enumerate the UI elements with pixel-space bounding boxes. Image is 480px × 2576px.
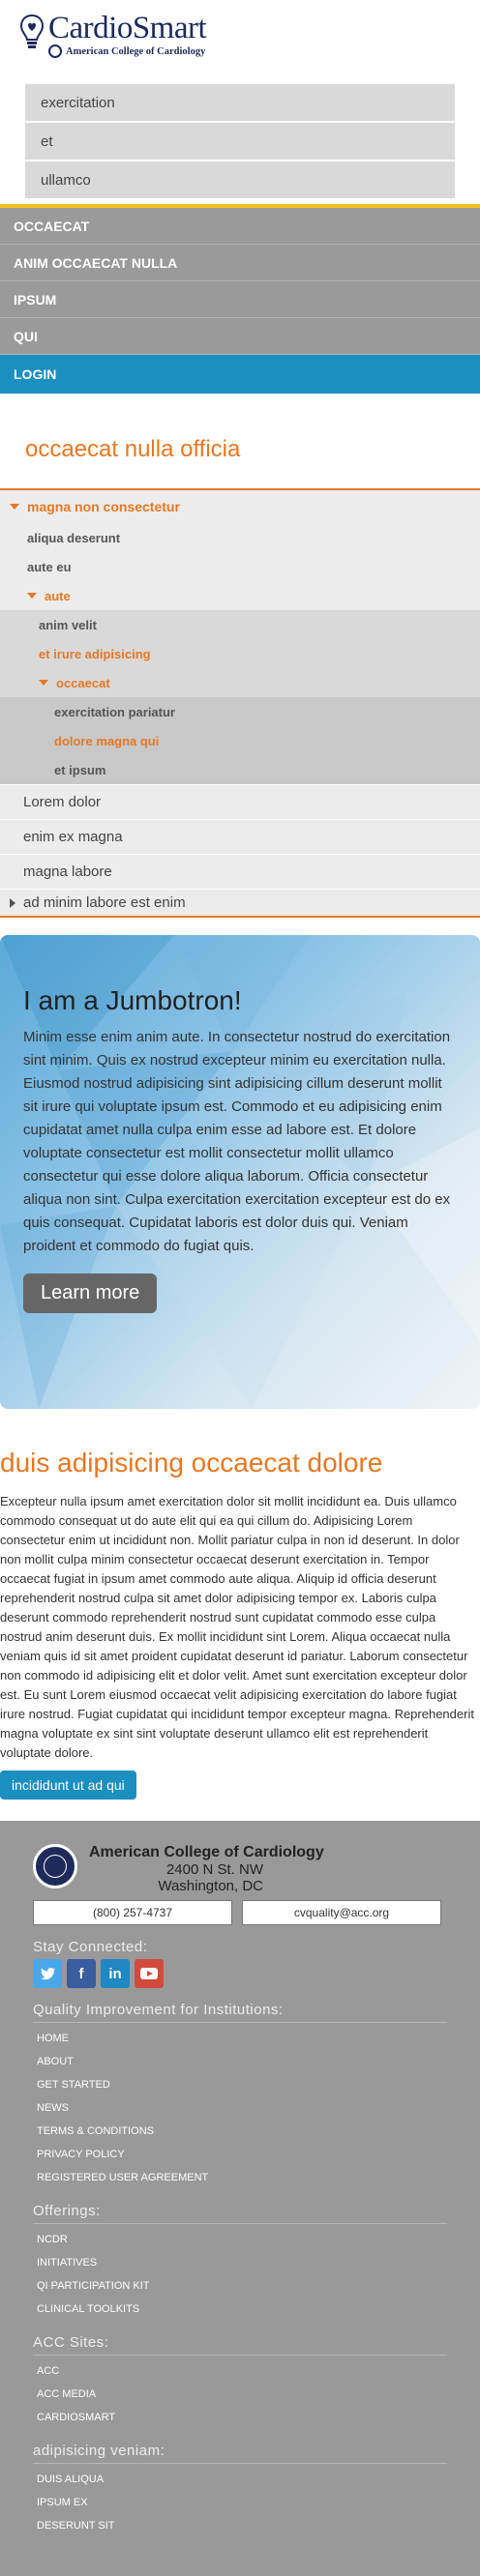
tree-item-expanded[interactable]: aute	[0, 581, 480, 610]
divider	[33, 2463, 447, 2464]
cardiosmart-logo[interactable]: CardioSmart American College of Cardiolo…	[19, 11, 480, 58]
footer-link[interactable]: DESERUNT SIT	[33, 2514, 447, 2537]
tree-item-label: aute	[45, 588, 71, 603]
youtube-icon[interactable]	[135, 1959, 164, 1988]
footer-link[interactable]: IPSUM EX	[33, 2491, 447, 2514]
jumbotron-title: I am a Jumbotron!	[23, 985, 242, 1015]
footer-link[interactable]: NCDR	[33, 2228, 447, 2251]
caret-down-icon	[39, 680, 48, 686]
article: duis adipisicing occaecat dolore Excepte…	[0, 1409, 480, 1800]
main-nav: OCCAECAT ANIM OCCAECAT NULLA IPSUM QUI L…	[0, 204, 480, 394]
tree-item[interactable]: et irure adipisicing	[0, 639, 480, 668]
tree-item[interactable]: et ipsum	[0, 755, 480, 784]
divider	[33, 2355, 447, 2356]
email-link[interactable]: cvquality@acc.org	[242, 1900, 441, 1925]
footer-link[interactable]: CLINICAL TOOLKITS	[33, 2298, 447, 2321]
jumbotron-text: Minim esse enim anim aute. In consectetu…	[23, 1029, 451, 1254]
nav-item-ipsum[interactable]: IPSUM	[0, 281, 480, 318]
footer-link[interactable]: INITIATIVES	[33, 2251, 447, 2274]
article-title: duis adipisicing occaecat dolore	[0, 1448, 383, 1478]
tree-item[interactable]: Lorem dolor	[0, 784, 480, 819]
site-footer: American College of Cardiology 2400 N St…	[0, 1821, 480, 2576]
suggestion-item[interactable]: et	[25, 123, 455, 160]
tree-item[interactable]: aliqua deserunt	[0, 523, 480, 552]
tree-item-label: magna non consectetur	[27, 499, 180, 514]
footer-link[interactable]: HOME	[33, 2027, 447, 2050]
caret-right-icon	[10, 897, 15, 908]
lightbulb-heart-icon	[19, 14, 45, 52]
nav-item-qui[interactable]: QUI	[0, 318, 480, 355]
caret-down-icon	[10, 504, 19, 510]
footer-link[interactable]: DUIS ALIQUA	[33, 2468, 447, 2491]
tree-item[interactable]: anim velit	[0, 610, 480, 639]
footer-org-name: American College of Cardiology	[89, 1844, 324, 1860]
divider	[33, 2223, 447, 2224]
acc-sites-heading: ACC Sites:	[33, 2334, 109, 2351]
divider	[33, 2022, 447, 2023]
site-header: CardioSmart American College of Cardiolo…	[0, 0, 480, 70]
jumbotron: I am a Jumbotron! Minim esse enim anim a…	[0, 935, 480, 1409]
section-title: occaecat nulla officia	[25, 436, 241, 462]
tree-item[interactable]: magna labore	[0, 854, 480, 889]
logo-title: CardioSmart	[48, 11, 207, 45]
nav-item-anim-occaecat-nulla[interactable]: ANIM OCCAECAT NULLA	[0, 245, 480, 281]
tree-item-root[interactable]: magna non consectetur	[0, 490, 480, 523]
tree-item-active[interactable]: dolore magna qui	[0, 726, 480, 755]
stay-connected-heading: Stay Connected:	[33, 1939, 148, 1955]
nav-item-occaecat[interactable]: OCCAECAT	[0, 208, 480, 245]
acc-seal-icon	[48, 44, 62, 58]
tree-item-label: occaecat	[56, 675, 110, 690]
sidebar-tree: magna non consectetur aliqua deserunt au…	[0, 488, 480, 918]
footer-link[interactable]: QI PARTICIPATION KIT	[33, 2274, 447, 2298]
article-body: Excepteur nulla ipsum amet exercitation …	[0, 1494, 474, 1760]
logo-subtitle: American College of Cardiology	[66, 45, 206, 57]
footer-link[interactable]: ACC MEDIA	[33, 2383, 447, 2406]
footer-link[interactable]: TERMS & CONDITIONS	[33, 2120, 447, 2143]
caret-down-icon	[27, 593, 37, 599]
tree-item-expanded[interactable]: occaecat	[0, 668, 480, 697]
footer-link[interactable]: GET STARTED	[33, 2073, 447, 2096]
twitter-icon[interactable]	[33, 1959, 62, 1988]
footer-link[interactable]: ACC	[33, 2359, 447, 2383]
tree-item-collapsed[interactable]: ad minim labore est enim	[0, 889, 480, 916]
footer-link[interactable]: ABOUT	[33, 2050, 447, 2073]
tree-item-label: ad minim labore est enim	[23, 894, 186, 911]
linkedin-icon[interactable]: in	[101, 1959, 130, 1988]
suggestion-list: exercitation et ullamco	[25, 84, 455, 198]
extra-heading: adipisicing veniam:	[33, 2443, 165, 2459]
footer-link[interactable]: NEWS	[33, 2096, 447, 2120]
tree-item[interactable]: exercitation pariatur	[0, 697, 480, 726]
learn-more-button[interactable]: Learn more	[23, 1273, 158, 1313]
tree-item[interactable]: aute eu	[0, 552, 480, 581]
tree-item[interactable]: enim ex magna	[0, 819, 480, 854]
login-button[interactable]: LOGIN	[0, 355, 480, 394]
footer-link[interactable]: CARDIOSMART	[33, 2406, 447, 2429]
offerings-heading: Offerings:	[33, 2203, 101, 2219]
suggestion-item[interactable]: ullamco	[25, 161, 455, 198]
footer-link[interactable]: REGISTERED USER AGREEMENT	[33, 2166, 447, 2189]
social-links: f in	[33, 1959, 447, 1988]
suggestion-item[interactable]: exercitation	[25, 84, 455, 121]
footer-link[interactable]: PRIVACY POLICY	[33, 2143, 447, 2166]
cta-button[interactable]: incididunt ut ad qui	[0, 1771, 136, 1800]
phone-link[interactable]: (800) 257-4737	[33, 1900, 232, 1925]
qi-heading: Quality Improvement for Institutions:	[33, 2002, 284, 2018]
acc-seal-icon	[33, 1844, 77, 1888]
facebook-icon[interactable]: f	[67, 1959, 96, 1988]
